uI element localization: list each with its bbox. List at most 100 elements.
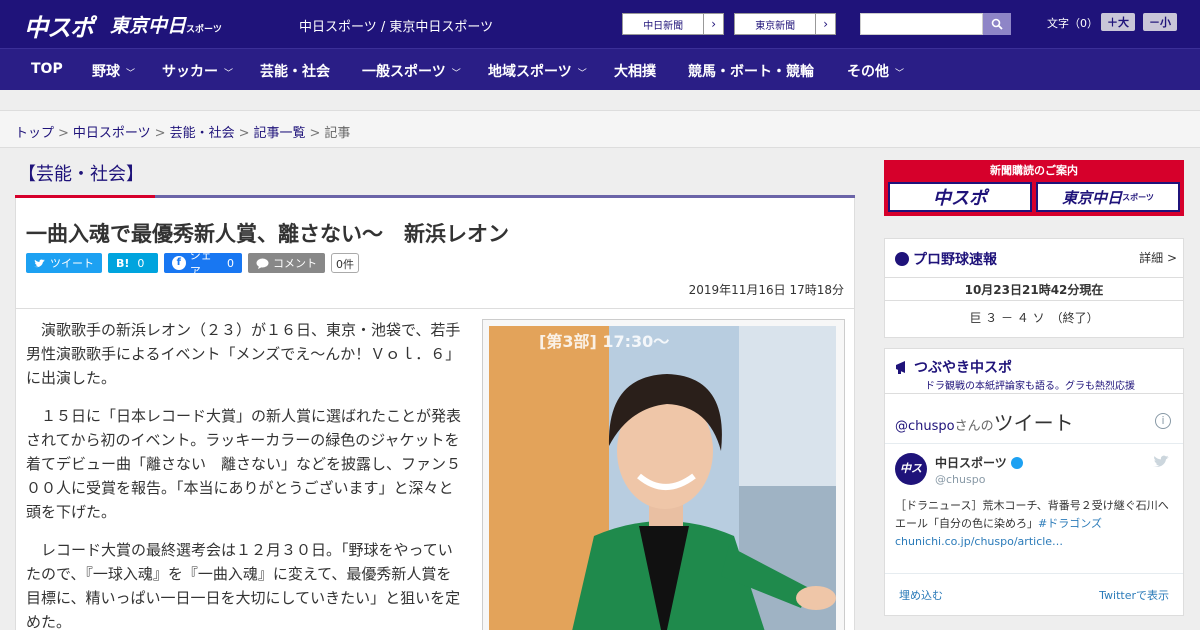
breadcrumb-separator: > (154, 126, 166, 141)
nav-item-entertainment[interactable]: 芸能・社会 (260, 61, 330, 81)
nav-label: 芸能・社会 (260, 64, 330, 80)
hatena-icon: B! (116, 256, 130, 270)
nav-label: 大相撲 (614, 64, 656, 80)
speech-bubble-icon (256, 258, 269, 269)
tweet-label: ツイート (50, 257, 94, 270)
chuspo-logo[interactable]: 中スポ (24, 8, 94, 43)
search-input[interactable] (860, 13, 983, 35)
megaphone-icon (896, 361, 905, 374)
baseball-scores-panel: プロ野球速報 詳細 > 10月23日21時42分現在 巨 ３ － ４ ソ （終了… (884, 238, 1184, 338)
spacer-bar (0, 90, 1200, 110)
embed-link[interactable]: 埋め込む (899, 587, 943, 603)
nav-item-other[interactable]: その他 ﹀ (847, 61, 904, 81)
chevron-right-icon: › (815, 14, 835, 34)
tweet-button[interactable]: ツイート (26, 253, 102, 273)
facebook-share-label: シェア (189, 249, 212, 278)
hatena-bookmark-button[interactable]: B! 0 (108, 253, 158, 273)
panel-divider (885, 443, 1183, 444)
info-icon[interactable]: i (1155, 413, 1171, 429)
tweet-account-handle[interactable]: @chuspo (935, 473, 985, 486)
tweet-text: ［ドラニュース］荒木コーチ、背番号２受け継ぐ石川へエール「自分の色に染めろ」#ド… (895, 497, 1173, 551)
facebook-icon: f (172, 256, 186, 270)
timeline-handle[interactable]: @chuspo (895, 419, 955, 434)
tweet-account-name[interactable]: 中日スポーツ (935, 454, 1023, 471)
article-body: 演歌歌手の新浜レオン（２３）が１６日、東京・池袋で、若手男性演歌歌手によるイベン… (26, 318, 461, 630)
publish-date: 2019年11月16日 17時18分 (688, 283, 844, 297)
hatena-count: 0 (137, 256, 145, 270)
photo-sign: [第3部] 17:30～ (539, 332, 670, 351)
subscription-ad-title: 新聞購読のご案内 (990, 164, 1078, 177)
subscription-ad[interactable]: 新聞購読のご案内 中スポ 東京中日 スポーツ (884, 160, 1184, 216)
article-paragraph: レコード大賞の最終選考会は１２月３０日。「野球をやっていたので、『一球入魂』を『… (26, 541, 461, 630)
panel-divider (885, 393, 1183, 394)
tweet-hashtag[interactable]: #ドラゴンズ (1038, 517, 1102, 530)
nav-label: その他 (847, 64, 889, 80)
avatar[interactable]: 中スポ (895, 453, 927, 507)
comment-label: コメント (273, 257, 317, 270)
section-label: 【芸能・社会】 (18, 164, 144, 185)
baseball-updated: 10月23日21時42分現在 (885, 277, 1183, 301)
twitter-panel-title-text: つぶやき中スポ (914, 360, 1012, 376)
facebook-share-count: 0 (227, 256, 234, 270)
font-smaller-button[interactable]: －小 (1143, 13, 1177, 31)
chevron-right-icon: › (703, 14, 723, 34)
breadcrumb-entertainment[interactable]: 芸能・社会 (170, 126, 235, 141)
comment-button[interactable]: コメント (248, 253, 325, 273)
search-button[interactable] (983, 13, 1011, 35)
timeline-header: @chuspoさんのツイート (895, 407, 1074, 436)
breadcrumb-chunichi-sports[interactable]: 中日スポーツ (73, 126, 151, 141)
baseball-scores-title: プロ野球速報 (895, 249, 997, 269)
font-larger-button[interactable]: ＋大 (1101, 13, 1135, 31)
breadcrumb-article-list[interactable]: 記事一覧 (254, 126, 306, 141)
breadcrumb-separator: > (309, 126, 321, 141)
article-paragraph: １５日に「日本レコード大賞」の新人賞に選ばれたことが発表されてから初のイベント。… (26, 407, 462, 521)
breadcrumb-separator: > (58, 126, 69, 141)
article-divider (16, 308, 854, 309)
article-headline: 一曲入魂で最優秀新人賞、離さない～ 新浜レオン (26, 222, 509, 246)
baseball-scores-title-text: プロ野球速報 (913, 252, 997, 268)
chunichi-shimbun-link[interactable]: 中日新聞 › (622, 13, 724, 35)
view-on-twitter-link[interactable]: Twitterで表示 (1099, 587, 1169, 603)
tokyo-shimbun-link[interactable]: 東京新聞 › (734, 13, 836, 35)
nav-item-baseball[interactable]: 野球 ﹀ (92, 61, 135, 81)
photo-illustration (489, 326, 836, 630)
panel-divider (885, 573, 1183, 574)
tokyo-chunichi-logo[interactable]: 東京中日スポーツ (110, 11, 222, 38)
nav-label: 野球 (92, 64, 120, 80)
comment-count: 0件 (331, 253, 359, 273)
nav-item-regional-sports[interactable]: 地域スポーツ ﹀ (488, 61, 587, 81)
tweet-body: ［ドラニュース］荒木コーチ、背番号２受け継ぐ石川へエール「自分の色に染めろ」 (895, 499, 1169, 530)
nav-item-soccer[interactable]: サッカー ﹀ (162, 61, 233, 81)
nav-item-general-sports[interactable]: 一般スポーツ ﹀ (362, 61, 461, 81)
twitter-panel: つぶやき中スポ ドラ観戦の本紙評論家も語る。グラも熱烈応援 @chuspoさんの… (884, 348, 1184, 616)
tokyo-chunichi-logo-text: 東京中日 (110, 15, 187, 37)
singer-photo: [第3部] 17:30～ (489, 326, 836, 630)
subscription-tokyo-chunichi-text: 東京中日 (1062, 188, 1123, 207)
subscription-tokyo-chunichi[interactable]: 東京中日 スポーツ (1036, 182, 1180, 212)
baseball-detail-link[interactable]: 詳細 > (1139, 249, 1177, 266)
subscription-chuspo[interactable]: 中スポ (888, 182, 1032, 212)
breadcrumb-top[interactable]: トップ (15, 126, 54, 141)
article-card: 一曲入魂で最優秀新人賞、離さない～ 新浜レオン ツイート B! 0 f シェア … (15, 198, 855, 630)
article-paragraph: 演歌歌手の新浜レオン（２３）が１６日、東京・池袋で、若手男性演歌歌手によるイベン… (26, 321, 461, 387)
nav-label: 一般スポーツ (362, 64, 446, 80)
site-header: 中スポ 東京中日スポーツ 中日スポーツ / 東京中日スポーツ 中日新聞 › 東京… (0, 0, 1200, 48)
chevron-down-icon: ﹀ (577, 69, 587, 79)
chevron-down-icon: ﹀ (126, 69, 136, 79)
font-size-label: 文字（0） (1047, 17, 1098, 30)
site-title[interactable]: 中日スポーツ / 東京中日スポーツ (299, 16, 493, 35)
baseball-game-result[interactable]: 巨 ３ － ４ ソ （終了） (885, 309, 1183, 326)
nav-item-top[interactable]: TOP (31, 61, 63, 77)
facebook-share-button[interactable]: f シェア 0 (164, 249, 242, 278)
article-photo[interactable]: [第3部] 17:30～ (482, 319, 845, 630)
tweet-account-name-text: 中日スポーツ (935, 456, 1007, 470)
chevron-down-icon: ﹀ (451, 69, 461, 79)
twitter-panel-subtitle: ドラ観戦の本紙評論家も語る。グラも熱烈応援 (925, 381, 1135, 392)
nav-item-sumo[interactable]: 大相撲 (614, 61, 656, 81)
tokyo-shimbun-label: 東京新聞 (755, 20, 796, 32)
chunichi-shimbun-label: 中日新聞 (643, 20, 684, 32)
tweet-link[interactable]: chunichi.co.jp/chuspo/article… (895, 535, 1063, 548)
nav-item-racing[interactable]: 競馬・ボート・競輪 (688, 61, 814, 81)
tokyo-chunichi-logo-sub: スポーツ (186, 25, 222, 35)
baseball-icon (895, 252, 909, 266)
